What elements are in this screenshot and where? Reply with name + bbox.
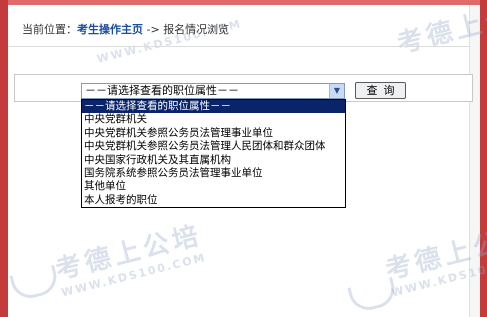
breadcrumb-current: 报名情况浏览 <box>163 23 230 36</box>
breadcrumb: 当前位置：考生操作主页 -> 报名情况浏览 <box>22 21 229 37</box>
right-border <box>480 0 487 317</box>
select-option[interactable]: 其他单位 <box>82 180 345 193</box>
breadcrumb-home-link[interactable]: 考生操作主页 <box>77 23 143 36</box>
position-type-select[interactable]: －－请选择查看的职位属性－－ ▼ <box>81 83 345 99</box>
select-option[interactable]: 中央国家行政机关及其直属机构 <box>82 154 345 167</box>
breadcrumb-separator: -> <box>143 23 164 36</box>
chevron-down-icon[interactable]: ▼ <box>329 84 344 98</box>
select-dropdown-list[interactable]: －－请选择查看的职位属性－－ 中央党群机关 中央党群机关参照公务员法管理事业单位 中央… <box>81 99 346 208</box>
left-border <box>0 0 8 317</box>
select-option[interactable]: －－请选择查看的职位属性－－ <box>82 100 345 114</box>
select-option[interactable]: 中央党群机关 <box>82 113 345 126</box>
select-option[interactable]: 中央党群机关参照公务员法管理人民团体和群众团体 <box>82 140 345 153</box>
top-border <box>0 0 487 5</box>
select-option[interactable]: 本人报考的职位 <box>82 194 345 207</box>
breadcrumb-prefix: 当前位置： <box>22 23 77 36</box>
query-button[interactable]: 查询 <box>355 82 406 99</box>
divider <box>8 46 470 47</box>
select-value: －－请选择查看的职位属性－－ <box>85 84 239 97</box>
select-option[interactable]: 中央党群机关参照公务员法管理事业单位 <box>82 127 345 140</box>
scrollbar-track[interactable] <box>469 5 480 317</box>
select-option[interactable]: 国务院系统参照公务员法管理事业单位 <box>82 167 345 180</box>
